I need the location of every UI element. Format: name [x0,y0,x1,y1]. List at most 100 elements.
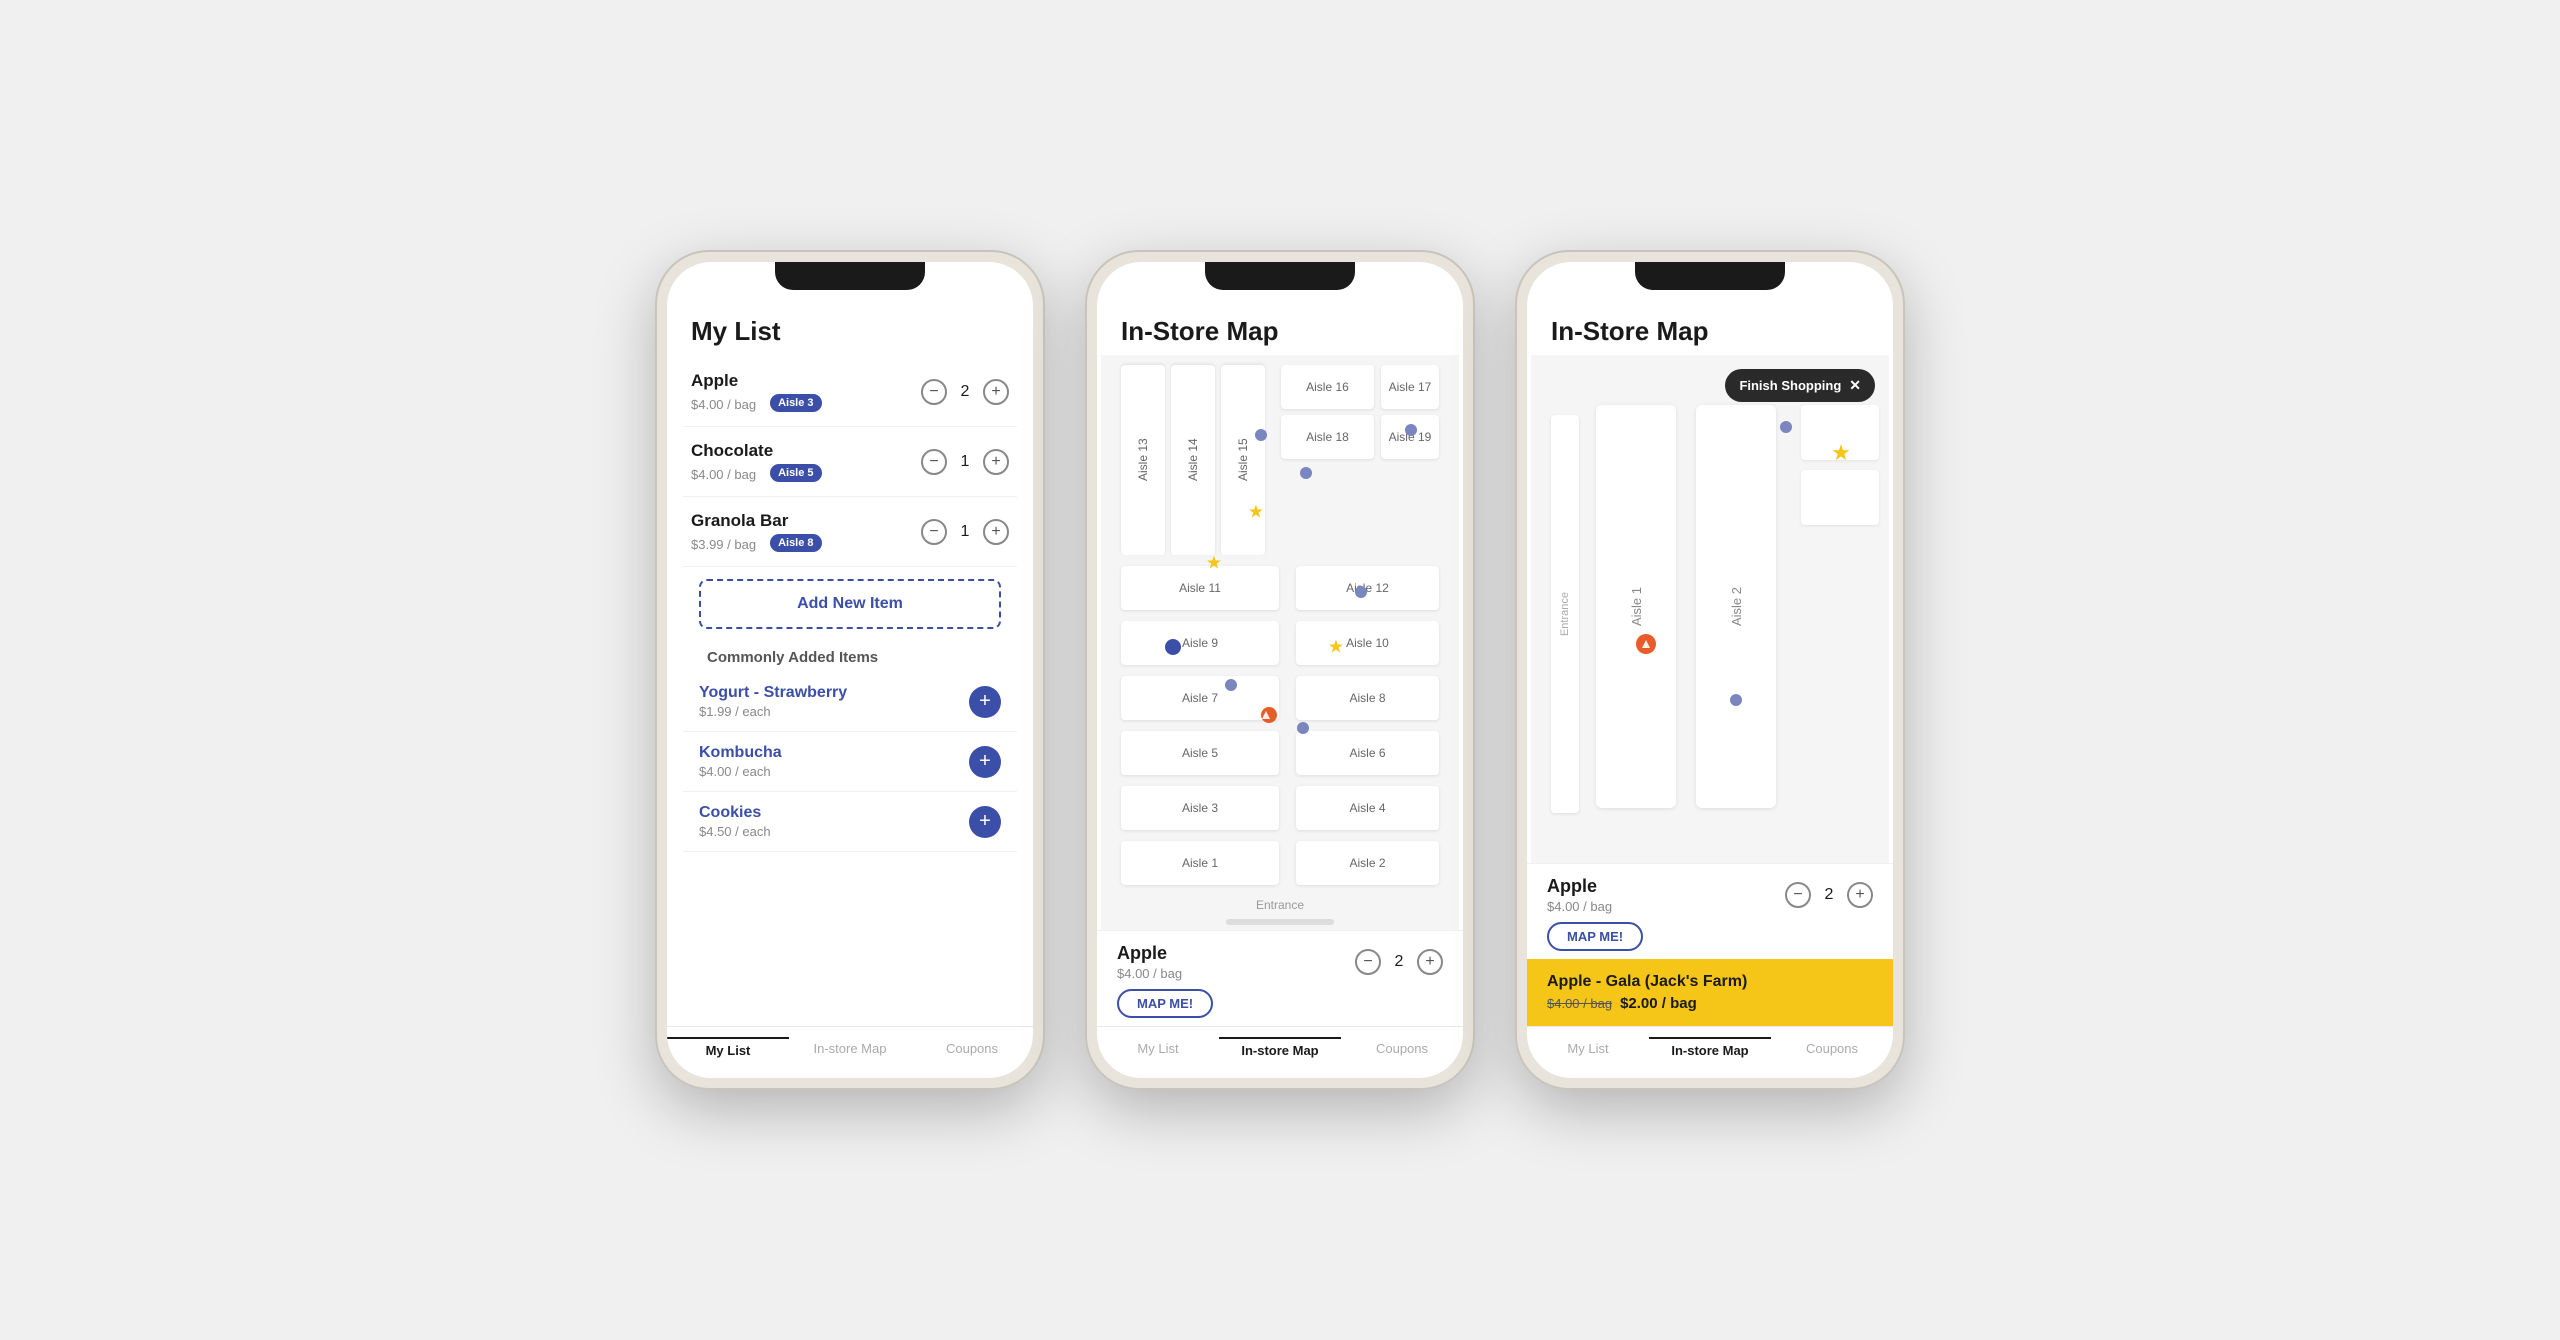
phone-2: In-Store Map Aisle 1 Aisle 2 Aisle 3 Ais… [1085,250,1475,1090]
nav-in-store-map[interactable]: In-store Map [789,1037,911,1062]
page-title: My List [691,316,1009,347]
map-header: In-Store Map [1097,298,1463,355]
map-dot [1255,429,1267,441]
map-star: ★ [1248,502,1264,523]
decrease-btn[interactable]: − [921,379,947,405]
nav-coupons[interactable]: Coupons [1341,1037,1463,1062]
common-item-price: $1.99 / each [699,704,969,719]
map-star: ★ [1328,637,1344,658]
qty-value: 1 [957,453,973,471]
deal-name: Apple - Gala (Jack's Farm) [1547,973,1873,991]
common-item-name: Cookies [699,804,969,822]
map-star: ★ [1206,553,1222,574]
my-list-header: My List [667,298,1033,357]
aisle-13: Aisle 13 [1121,365,1165,555]
decrease-btn-3[interactable]: − [1785,882,1811,908]
qty-control: − 1 + [921,449,1009,475]
map-dot [1225,679,1237,691]
map-item-row: Apple $4.00 / bag − 2 + [1117,943,1443,981]
map-item-name: Apple [1117,943,1182,964]
list-item: Apple $4.00 / bag Aisle 3 − 2 + [683,357,1017,427]
qty-value: 2 [957,383,973,401]
qty-control: − 2 + [1355,949,1443,975]
add-new-item-button[interactable]: Add New Item [699,579,1001,629]
map-dot-blue [1165,639,1181,655]
aisle-1: Aisle 1 [1121,841,1279,885]
page-title-3: In-Store Map [1551,316,1869,347]
add-common-item-btn[interactable]: + [969,806,1001,838]
deal-banner: Apple - Gala (Jack's Farm) $4.00 / bag $… [1527,959,1893,1026]
common-item: Cookies $4.50 / each + [683,792,1017,852]
nav-coupons[interactable]: Coupons [911,1037,1033,1062]
common-item: Kombucha $4.00 / each + [683,732,1017,792]
finish-shopping-badge: Finish Shopping ✕ [1725,369,1875,402]
aisle-1-large: Aisle 1 [1596,405,1676,808]
aisle-4: Aisle 4 [1296,786,1439,830]
increase-btn[interactable]: + [983,449,1009,475]
decrease-btn[interactable]: − [921,519,947,545]
map-dot [1300,467,1312,479]
deal-prices: $4.00 / bag $2.00 / bag [1547,995,1873,1012]
common-item-price: $4.50 / each [699,824,969,839]
notch-3 [1635,262,1785,290]
aisle-badge: Aisle 8 [770,534,821,552]
entrance-block: Entrance [1551,415,1579,813]
list-item: Chocolate $4.00 / bag Aisle 5 − 1 + [683,427,1017,497]
deal-old-price: $4.00 / bag [1547,996,1612,1011]
qty-value: 1 [957,523,973,541]
map-item-row-3: Apple $4.00 / bag − 2 + [1547,876,1873,914]
nav-in-store-map-3[interactable]: In-store Map [1649,1037,1771,1062]
bottom-nav: My List In-store Map Coupons [1097,1026,1463,1078]
nav-my-list[interactable]: My List [667,1037,789,1062]
item-name: Granola Bar [691,511,921,531]
increase-btn[interactable]: + [1417,949,1443,975]
nav-in-store-map[interactable]: In-store Map [1219,1037,1341,1062]
list-item: Granola Bar $3.99 / bag Aisle 8 − 1 + [683,497,1017,567]
aisle-extra2 [1801,470,1879,525]
map-dot [1297,722,1309,734]
nav-coupons-3[interactable]: Coupons [1771,1037,1893,1062]
entrance-label: Entrance [1256,898,1304,912]
phone-3: In-Store Map Finish Shopping ✕ Entrance … [1515,250,1905,1090]
item-price: $3.99 / bag [691,537,756,552]
add-common-item-btn[interactable]: + [969,746,1001,778]
aisle-3: Aisle 3 [1121,786,1279,830]
aisle-badge: Aisle 3 [770,394,821,412]
decrease-btn[interactable]: − [1355,949,1381,975]
aisle-5: Aisle 5 [1121,731,1279,775]
map-item-price-3: $4.00 / bag [1547,899,1612,914]
map-dot [1355,586,1367,598]
aisle-12: Aisle 12 [1296,566,1439,610]
decrease-btn[interactable]: − [921,449,947,475]
finish-shopping-label: Finish Shopping [1739,378,1841,393]
map-me-button[interactable]: MAP ME! [1117,989,1213,1018]
map-me-button-3[interactable]: MAP ME! [1547,922,1643,951]
increase-btn-3[interactable]: + [1847,882,1873,908]
entrance-label-v: Entrance [1559,592,1571,636]
item-price: $4.00 / bag [691,467,756,482]
notch-2 [1205,262,1355,290]
item-info: Chocolate $4.00 / bag Aisle 5 [691,441,921,482]
aisle-7: Aisle 7 [1121,676,1279,720]
map-item-info-3: Apple $4.00 / bag [1547,876,1612,914]
increase-btn[interactable]: + [983,379,1009,405]
aisle-10: Aisle 10 [1296,621,1439,665]
map-star-p3: ★ [1831,440,1851,466]
deal-new-price: $2.00 / bag [1620,995,1697,1012]
qty-control-3: − 2 + [1785,882,1873,908]
commonly-added-label: Commonly Added Items [683,641,1017,672]
notch-1 [775,262,925,290]
increase-btn[interactable]: + [983,519,1009,545]
close-icon[interactable]: ✕ [1849,377,1861,394]
item-name: Chocolate [691,441,921,461]
map-bottom-panel: Apple $4.00 / bag − 2 + MAP ME! [1097,930,1463,1026]
qty-value: 2 [1391,953,1407,971]
common-item-info: Cookies $4.50 / each [699,804,969,839]
nav-my-list[interactable]: My List [1097,1037,1219,1062]
add-common-item-btn[interactable]: + [969,686,1001,718]
list-container: Apple $4.00 / bag Aisle 3 − 2 + [667,357,1033,1026]
common-item-name: Kombucha [699,744,969,762]
nav-my-list-3[interactable]: My List [1527,1037,1649,1062]
aisle-6: Aisle 6 [1296,731,1439,775]
map-dot-p3-2 [1730,694,1742,706]
